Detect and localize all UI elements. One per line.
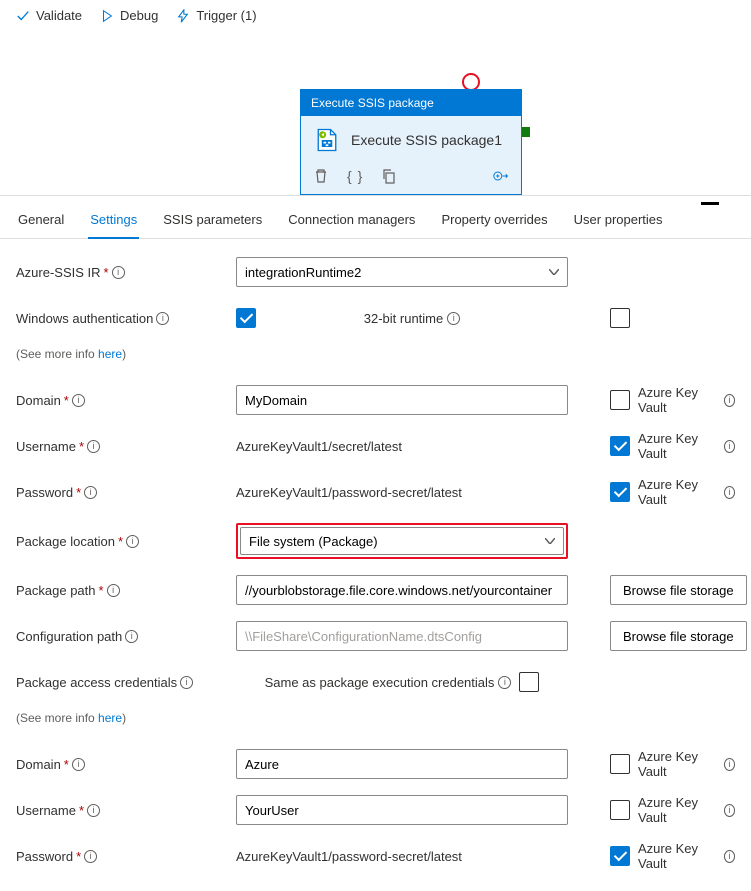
settings-tabs: General Settings SSIS parameters Connect… (0, 196, 751, 239)
lightning-icon (176, 9, 190, 23)
browse-package-button[interactable]: Browse file storage (610, 575, 747, 605)
username2-akv-checkbox[interactable] (610, 800, 630, 820)
password-value: AzureKeyVault1/password-secret/latest (236, 485, 462, 500)
top-toolbar: Validate Debug Trigger (1) (0, 0, 751, 31)
domain-akv-checkbox[interactable] (610, 390, 630, 410)
bit32-checkbox[interactable] (610, 308, 630, 328)
same-as-label: Same as package execution credentials (265, 675, 495, 690)
trigger-label: Trigger (1) (196, 8, 256, 23)
expand-icon[interactable] (493, 168, 509, 184)
info-icon[interactable]: i (724, 804, 735, 817)
info-icon[interactable]: i (724, 486, 735, 499)
tab-ssis-parameters[interactable]: SSIS parameters (161, 206, 264, 238)
info-icon[interactable]: i (72, 394, 85, 407)
pipeline-canvas[interactable]: Execute SSIS package Execute SSIS packag… (0, 31, 751, 191)
info-icon[interactable]: i (498, 676, 511, 689)
info-icon[interactable]: i (112, 266, 125, 279)
trigger-button[interactable]: Trigger (1) (176, 8, 256, 23)
here-link[interactable]: here (98, 347, 122, 361)
info-icon[interactable]: i (447, 312, 460, 325)
username-value: AzureKeyVault1/secret/latest (236, 439, 402, 454)
info-icon[interactable]: i (724, 850, 735, 863)
username2-label: Username (16, 803, 76, 818)
domain-label: Domain (16, 393, 61, 408)
info-icon[interactable]: i (84, 850, 97, 863)
domain2-akv-checkbox[interactable] (610, 754, 630, 774)
activity-body: Execute SSIS package1 (301, 116, 521, 164)
copy-icon[interactable] (381, 168, 397, 184)
settings-form: Azure-SSIS IR * i integrationRuntime2 Wi… (0, 239, 751, 891)
activity-header: Execute SSIS package (301, 90, 521, 116)
tab-property-overrides[interactable]: Property overrides (439, 206, 549, 238)
akv-label: Azure Key Vault (638, 795, 716, 825)
azure-ssis-ir-select[interactable]: integrationRuntime2 (236, 257, 568, 287)
see-more-info-2: (See more info here) (16, 711, 126, 725)
domain2-input[interactable] (236, 749, 568, 779)
validate-label: Validate (36, 8, 82, 23)
password2-label: Password (16, 849, 73, 864)
akv-label: Azure Key Vault (638, 385, 716, 415)
domain-input[interactable] (236, 385, 568, 415)
domain2-label: Domain (16, 757, 61, 772)
akv-label: Azure Key Vault (638, 749, 716, 779)
configuration-path-input[interactable] (236, 621, 568, 651)
play-icon (100, 9, 114, 23)
debug-button[interactable]: Debug (100, 8, 158, 23)
username-akv-checkbox[interactable] (610, 436, 630, 456)
info-icon[interactable]: i (125, 630, 138, 643)
windows-auth-checkbox[interactable] (236, 308, 256, 328)
validate-button[interactable]: Validate (16, 8, 82, 23)
akv-label: Azure Key Vault (638, 841, 716, 871)
package-path-label: Package path (16, 583, 96, 598)
windows-auth-label: Windows authentication (16, 311, 153, 326)
tab-settings[interactable]: Settings (88, 206, 139, 239)
debug-label: Debug (120, 8, 158, 23)
tab-user-properties[interactable]: User properties (572, 206, 665, 238)
password-akv-checkbox[interactable] (610, 482, 630, 502)
activity-footer: { } (301, 164, 521, 194)
package-location-label: Package location (16, 534, 115, 549)
akv-label: Azure Key Vault (638, 431, 716, 461)
required-asterisk: * (104, 265, 109, 280)
info-icon[interactable]: i (724, 440, 735, 453)
package-location-select[interactable]: File system (Package) (240, 527, 564, 555)
info-icon[interactable]: i (156, 312, 169, 325)
info-icon[interactable]: i (724, 394, 735, 407)
info-icon[interactable]: i (180, 676, 193, 689)
password-label: Password (16, 485, 73, 500)
akv-label: Azure Key Vault (638, 477, 716, 507)
info-icon[interactable]: i (84, 486, 97, 499)
password2-akv-checkbox[interactable] (610, 846, 630, 866)
tab-connection-managers[interactable]: Connection managers (286, 206, 417, 238)
same-as-checkbox[interactable] (519, 672, 539, 692)
ssis-package-icon (313, 126, 341, 154)
info-icon[interactable]: i (87, 440, 100, 453)
code-icon[interactable]: { } (347, 168, 363, 184)
tab-overflow-indicator (701, 202, 719, 205)
check-icon (16, 9, 30, 23)
here-link-2[interactable]: here (98, 711, 122, 725)
ssis-activity-node[interactable]: Execute SSIS package Execute SSIS packag… (300, 89, 522, 195)
bit32-label: 32-bit runtime (364, 311, 443, 326)
package-access-label: Package access credentials (16, 675, 177, 690)
browse-config-button[interactable]: Browse file storage (610, 621, 747, 651)
azure-ssis-ir-label: Azure-SSIS IR (16, 265, 101, 280)
username-label: Username (16, 439, 76, 454)
info-icon[interactable]: i (107, 584, 120, 597)
username2-input[interactable] (236, 795, 568, 825)
info-icon[interactable]: i (126, 535, 139, 548)
info-icon[interactable]: i (724, 758, 735, 771)
delete-icon[interactable] (313, 168, 329, 184)
package-path-input[interactable] (236, 575, 568, 605)
info-icon[interactable]: i (87, 804, 100, 817)
password2-value: AzureKeyVault1/password-secret/latest (236, 849, 462, 864)
activity-name: Execute SSIS package1 (351, 132, 502, 148)
see-more-info: (See more info here) (16, 347, 126, 361)
info-icon[interactable]: i (72, 758, 85, 771)
configuration-path-label: Configuration path (16, 629, 122, 644)
tab-general[interactable]: General (16, 206, 66, 238)
